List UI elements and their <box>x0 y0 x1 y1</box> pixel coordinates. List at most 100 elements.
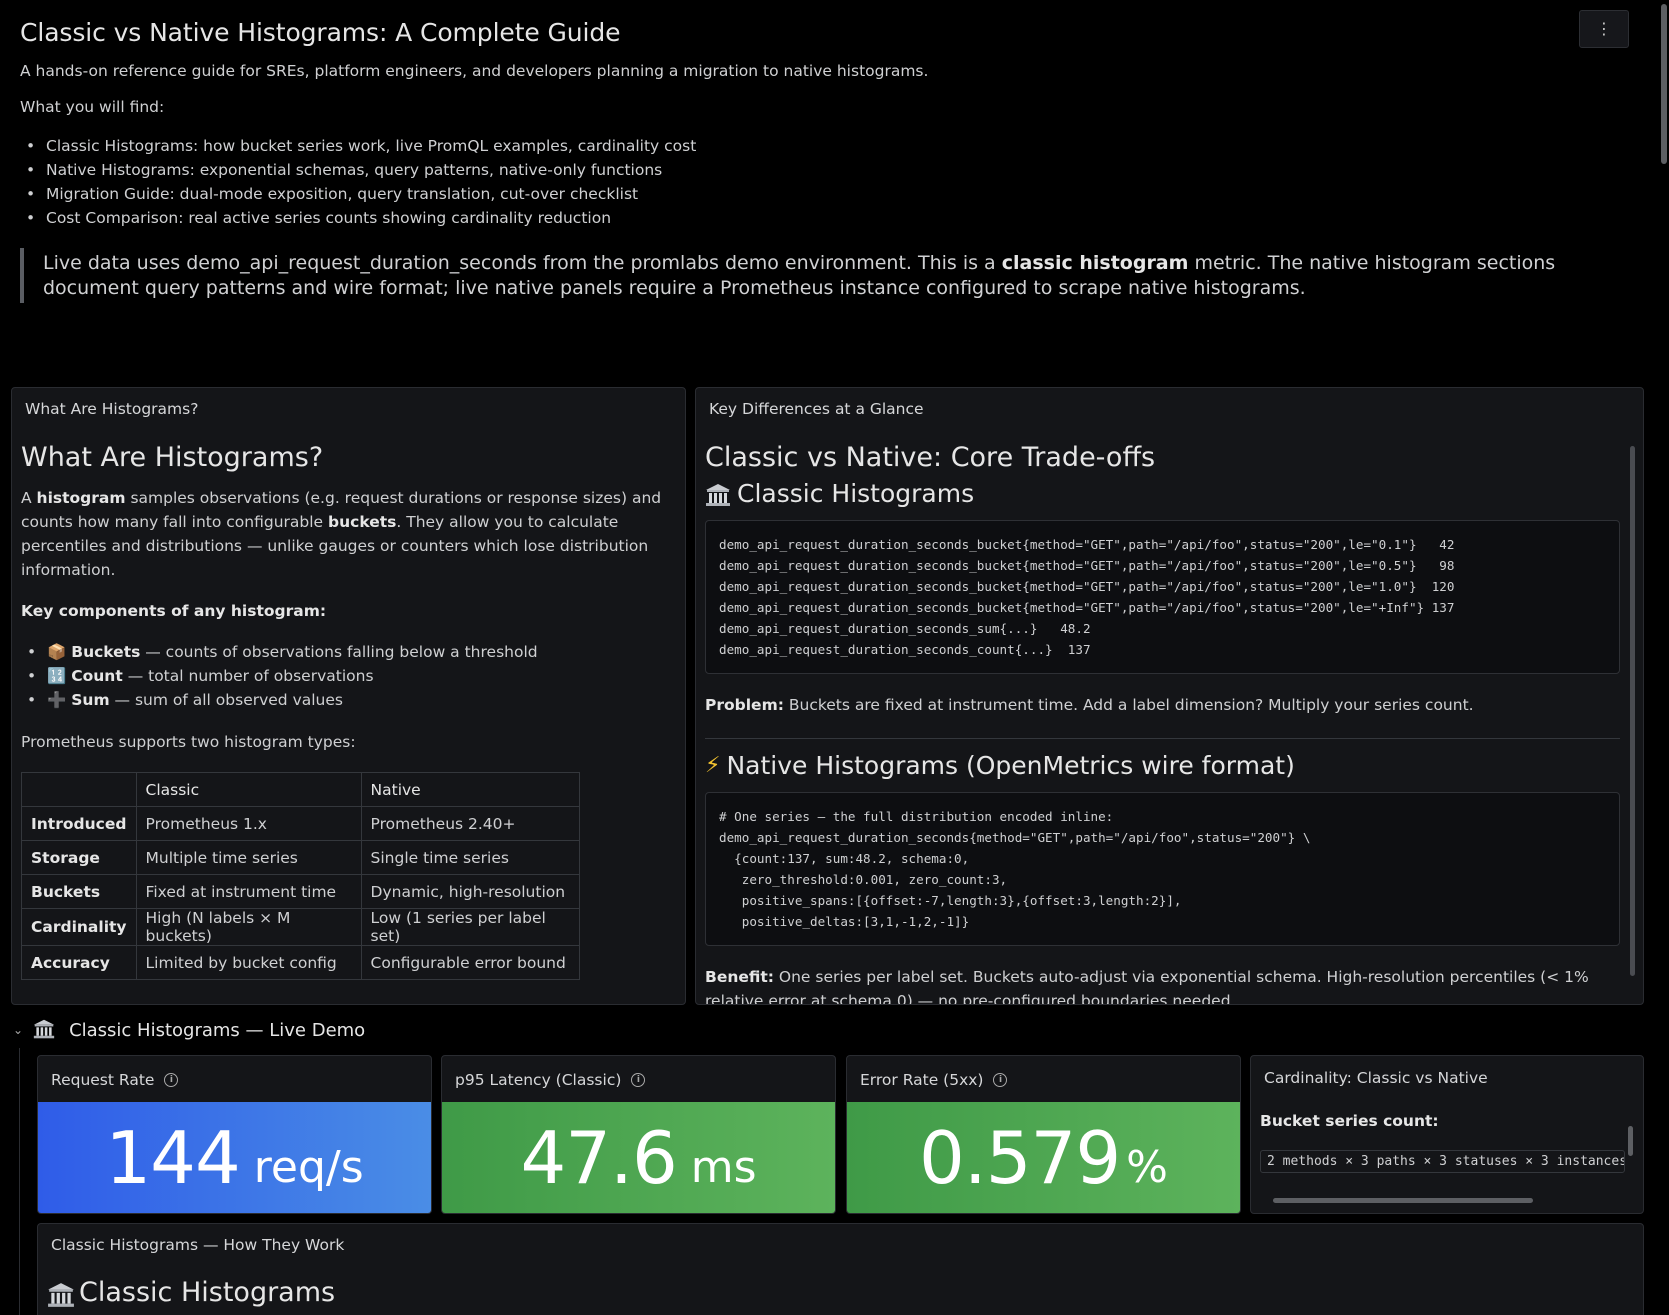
row-header: Storage <box>21 840 137 875</box>
key-differences-panel: Key Differences at a Glance Classic vs N… <box>695 387 1644 1005</box>
section-heading: Classic Histograms <box>38 1266 1643 1308</box>
quote-bold: classic histogram <box>1001 252 1189 274</box>
panel-title[interactable]: Cardinality: Classic vs Native <box>1251 1056 1643 1102</box>
classical-building-icon <box>47 1281 74 1307</box>
bucket-series-label: Bucket series count: <box>1260 1112 1439 1130</box>
classical-building-icon <box>33 1018 59 1042</box>
table-cell: Single time series <box>360 840 580 875</box>
stat-unit: % <box>1126 1142 1168 1193</box>
row-header: Buckets <box>21 874 137 909</box>
classic-subheading: Classic Histograms <box>705 479 1634 508</box>
stat-value-area: 144 req/s <box>38 1102 431 1213</box>
table-row: Accuracy Limited by bucket config Config… <box>21 945 580 980</box>
table-cell: Fixed at instrument time <box>135 874 362 909</box>
table-row: Introduced Prometheus 1.x Prometheus 2.4… <box>21 806 580 841</box>
info-icon[interactable]: i <box>993 1072 1008 1087</box>
info-icon[interactable]: i <box>164 1072 179 1087</box>
what-are-histograms-panel: What Are Histograms? What Are Histograms… <box>11 387 686 1005</box>
native-code-block[interactable]: # One series — the full distribution enc… <box>705 792 1620 946</box>
find-label: What you will find: <box>20 98 165 116</box>
list-item: Cost Comparison: real active series coun… <box>26 206 1600 230</box>
request-rate-panel: Request Rate i 144 req/s <box>37 1055 432 1214</box>
numbers-icon: 🔢 <box>47 667 67 685</box>
panel-title[interactable]: Error Rate (5xx) i <box>847 1056 1240 1102</box>
stat-value: 47.6 <box>520 1115 677 1200</box>
row-guide-line <box>19 1048 20 1315</box>
benefit-paragraph: Benefit: One series per label set. Bucke… <box>705 968 1589 1005</box>
intro-subtitle: A hands-on reference guide for SREs, pla… <box>20 62 929 80</box>
row-collapse-toggle[interactable]: ⌄ Classic Histograms — Live Demo <box>13 1018 365 1042</box>
comparison-table: Classic Native Introduced Prometheus 1.x… <box>21 772 580 980</box>
components-list: 📦 Buckets — counts of observations falli… <box>27 640 676 712</box>
quote-text: Live data uses demo_api_request_duration… <box>43 252 1002 274</box>
table-row: Cardinality High (N labels × M buckets) … <box>21 908 580 946</box>
panel-title[interactable]: Key Differences at a Glance <box>696 388 1643 428</box>
row-header: Introduced <box>21 806 137 841</box>
cardinality-panel: Cardinality: Classic vs Native Bucket se… <box>1250 1055 1644 1214</box>
section-heading: Classic vs Native: Core Trade-offs <box>705 442 1156 473</box>
row-header: Accuracy <box>21 945 137 980</box>
list-item: ➕ Sum — sum of all observed values <box>27 688 676 712</box>
page-scrollbar[interactable] <box>1661 4 1667 164</box>
table-cell: High (N labels × M buckets) <box>135 908 362 946</box>
stat-value: 0.579 <box>919 1115 1121 1200</box>
panel-menu-button[interactable]: ⋮ <box>1579 10 1629 48</box>
list-item: Native Histograms: exponential schemas, … <box>26 158 1600 182</box>
stat-value-area: 0.579% <box>847 1102 1240 1213</box>
classic-code-block[interactable]: demo_api_request_duration_seconds_bucket… <box>705 520 1620 674</box>
stat-value: 144 <box>105 1115 240 1200</box>
types-label: Prometheus supports two histogram types: <box>21 733 356 751</box>
divider <box>705 738 1620 739</box>
classic-heading-text: Classic Histograms <box>737 479 975 508</box>
classical-building-icon <box>705 482 731 506</box>
dashboard: Classic vs Native Histograms: A Complete… <box>0 0 1669 1315</box>
stat-value-area: 47.6 ms <box>442 1102 835 1213</box>
table-cell: Low (1 series per label set) <box>360 908 580 946</box>
column-header: Classic <box>135 772 362 807</box>
column-header <box>21 772 137 807</box>
vertical-scrollbar[interactable] <box>1628 1126 1633 1156</box>
list-item: Classic Histograms: how bucket series wo… <box>26 134 1600 158</box>
row-header: Cardinality <box>21 908 137 946</box>
how-they-work-panel: Classic Histograms — How They Work Class… <box>37 1223 1644 1315</box>
intro-section: Classic vs Native Histograms: A Complete… <box>20 18 1600 303</box>
chevron-down-icon: ⌄ <box>13 1023 24 1037</box>
list-item: 📦 Buckets — counts of observations falli… <box>27 640 676 664</box>
table-row: Storage Multiple time series Single time… <box>21 840 580 875</box>
formula-code[interactable]: 2 methods × 3 paths × 3 statuses × 3 ins… <box>1260 1150 1625 1173</box>
panel-title[interactable]: What Are Histograms? <box>12 388 685 428</box>
error-rate-panel: Error Rate (5xx) i 0.579% <box>846 1055 1241 1214</box>
table-cell: Limited by bucket config <box>135 945 362 980</box>
panel-title-text: p95 Latency (Classic) <box>455 1070 622 1089</box>
table-cell: Multiple time series <box>135 840 362 875</box>
panel-title[interactable]: p95 Latency (Classic) i <box>442 1056 835 1102</box>
intro-paragraph: A histogram samples observations (e.g. r… <box>21 489 662 579</box>
panel-title[interactable]: Request Rate i <box>38 1056 431 1102</box>
panel-scrollbar[interactable] <box>1630 446 1635 976</box>
table-cell: Configurable error bound <box>360 945 580 980</box>
panel-title-text: Error Rate (5xx) <box>860 1070 984 1089</box>
horizontal-scrollbar[interactable] <box>1273 1198 1533 1203</box>
list-item: 🔢 Count — total number of observations <box>27 664 676 688</box>
table-row: Buckets Fixed at instrument time Dynamic… <box>21 874 580 909</box>
kebab-menu-icon: ⋮ <box>1596 19 1612 38</box>
heading-text: Classic Histograms <box>79 1277 336 1308</box>
stat-unit: ms <box>690 1142 757 1193</box>
row-title: Classic Histograms — Live Demo <box>69 1019 366 1041</box>
panel-title[interactable]: Classic Histograms — How They Work <box>38 1224 1643 1266</box>
stat-unit: req/s <box>253 1142 364 1193</box>
p95-latency-panel: p95 Latency (Classic) i 47.6 ms <box>441 1055 836 1214</box>
package-icon: 📦 <box>47 643 67 661</box>
list-item: Migration Guide: dual-mode exposition, q… <box>26 182 1600 206</box>
intro-bullets: Classic Histograms: how bucket series wo… <box>26 134 1600 230</box>
table-header-row: Classic Native <box>21 772 580 807</box>
problem-paragraph: Problem: Buckets are fixed at instrument… <box>705 696 1474 714</box>
native-heading-text: Native Histograms (OpenMetrics wire form… <box>726 751 1295 780</box>
lightning-icon: ⚡ <box>705 753 721 778</box>
info-icon[interactable]: i <box>631 1072 646 1087</box>
native-subheading: ⚡ Native Histograms (OpenMetrics wire fo… <box>705 751 1634 780</box>
column-header: Native <box>360 772 580 807</box>
table-cell: Dynamic, high-resolution <box>360 874 580 909</box>
section-heading: What Are Histograms? <box>21 442 324 473</box>
page-title: Classic vs Native Histograms: A Complete… <box>20 18 621 47</box>
